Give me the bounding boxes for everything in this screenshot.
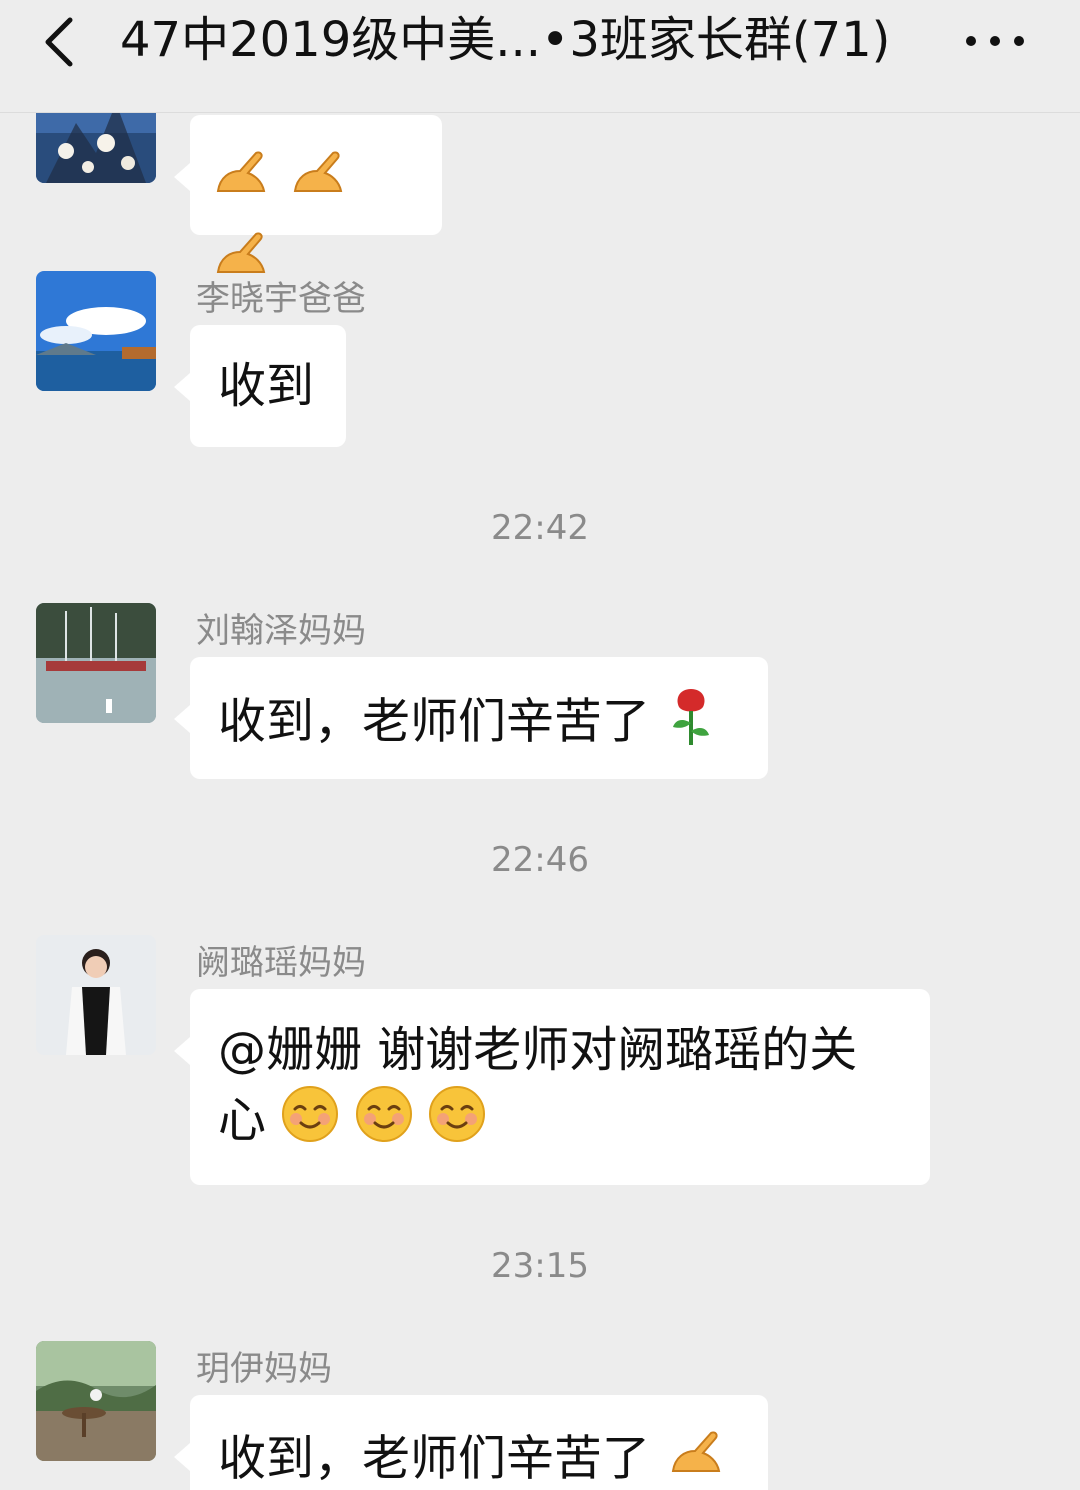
smiling-face-icon — [428, 1085, 486, 1162]
chat-header: 47中2019级中美...•3班家长群(71) — [0, 0, 1080, 113]
portrait-photo — [36, 935, 156, 1055]
avatar[interactable] — [36, 113, 156, 183]
back-button[interactable] — [36, 14, 86, 70]
avatar[interactable] — [36, 935, 156, 1055]
sender-name: 玥伊妈妈 — [196, 1349, 332, 1389]
message-bubble[interactable]: 收到 — [174, 325, 346, 447]
smiling-face-icon — [281, 1085, 339, 1162]
sender-name: 阙璐瑶妈妈 — [196, 943, 366, 983]
magnolia-photo — [36, 113, 156, 183]
garden-photo — [36, 1341, 156, 1461]
ok-hand-icon — [210, 141, 272, 222]
timestamp: 22:46 — [491, 840, 589, 880]
ok-hand-icon — [665, 1421, 727, 1490]
timestamp: 22:42 — [491, 508, 589, 548]
message-bubble[interactable] — [174, 115, 442, 273]
chat-title: 47中2019级中美...•3班家长群(71) — [120, 12, 891, 68]
message-text: 收到，老师们辛苦了 — [218, 693, 651, 750]
chat-messages[interactable]: 李晓宇爸爸 收到 22:42 刘翰泽妈妈 收到，老师们辛苦了 22:46 阙璐瑶… — [0, 113, 1080, 1490]
message-bubble[interactable]: @姗姗 谢谢老师对阙璐瑶的关心 — [174, 989, 930, 1185]
rose-icon — [665, 683, 717, 766]
timestamp: 23:15 — [491, 1246, 589, 1286]
smiling-face-icon — [355, 1085, 413, 1162]
more-dots-icon — [966, 36, 1024, 46]
sender-name: 刘翰泽妈妈 — [196, 611, 366, 651]
message-bubble[interactable]: 收到，老师们辛苦了 — [174, 1395, 768, 1490]
lake-sky-photo — [36, 271, 156, 391]
avatar[interactable] — [36, 271, 156, 391]
message-text: 收到 — [218, 358, 315, 414]
ok-hand-icon — [287, 141, 349, 222]
more-button[interactable] — [960, 18, 1030, 64]
sender-name: 李晓宇爸爸 — [196, 279, 366, 319]
harbor-photo — [36, 603, 156, 723]
avatar[interactable] — [36, 603, 156, 723]
chevron-left-icon — [45, 17, 73, 67]
avatar[interactable] — [36, 1341, 156, 1461]
message-bubble[interactable]: 收到，老师们辛苦了 — [174, 657, 768, 779]
message-text: 收到，老师们辛苦了 — [218, 1430, 651, 1487]
